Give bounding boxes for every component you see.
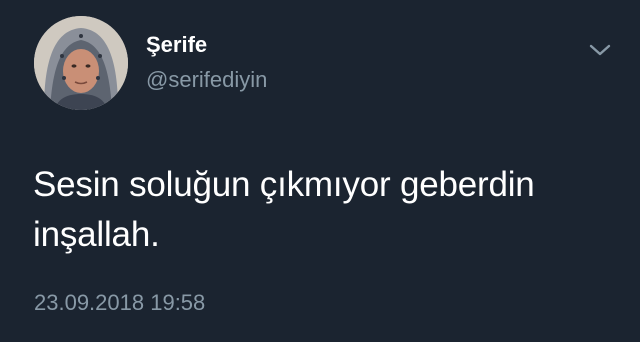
chevron-down-icon[interactable] xyxy=(584,38,616,62)
tweet-card: Şerife @serifediyin Sesin soluğun çıkmıy… xyxy=(0,0,640,342)
user-handle[interactable]: @serifediyin xyxy=(146,66,267,94)
avatar[interactable] xyxy=(34,16,128,110)
tweet-text: Sesin soluğun çıkmıyor geberdin inşallah… xyxy=(33,165,535,254)
avatar-photo xyxy=(34,16,128,110)
tweet-timestamp[interactable]: 23.09.2018 19:58 xyxy=(34,288,205,318)
display-name[interactable]: Şerife xyxy=(146,31,207,59)
